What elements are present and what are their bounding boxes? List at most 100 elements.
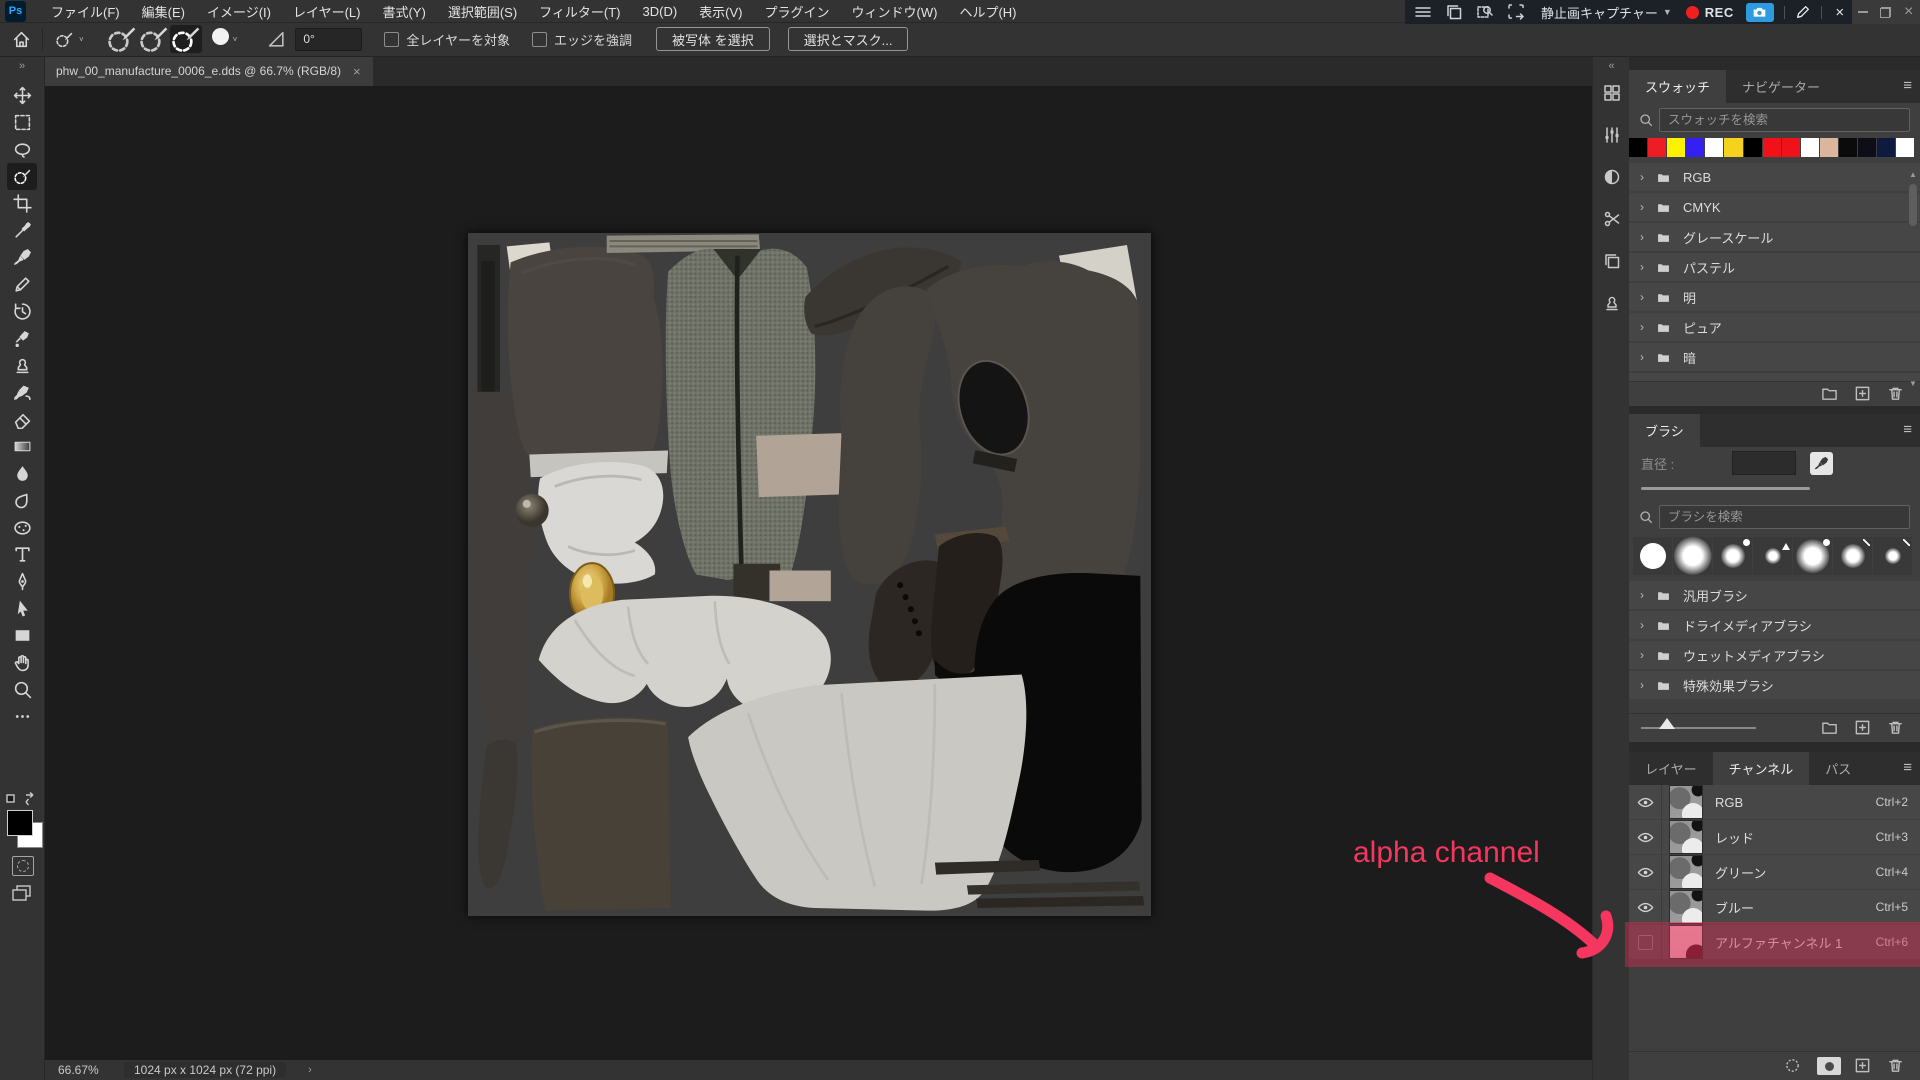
selection-mode-subtract-icon[interactable] [170, 25, 202, 53]
swatch-search-input[interactable] [1659, 108, 1910, 132]
channel-row-ブルー[interactable]: ブルーCtrl+5 [1629, 890, 1920, 924]
shape-tool[interactable] [7, 622, 37, 649]
chevron-right-icon[interactable]: › [1629, 648, 1655, 662]
quick-mask-icon[interactable] [12, 856, 34, 876]
visibility-toggle-empty[interactable] [1629, 925, 1662, 959]
panel-menu-icon[interactable]: ≡ [1903, 759, 1912, 776]
crop-tool[interactable] [7, 190, 37, 217]
marquee-tool[interactable] [7, 109, 37, 136]
brush-preset[interactable] [1713, 537, 1752, 575]
delete-brush-icon[interactable] [1887, 719, 1907, 737]
pencil-tool[interactable] [7, 271, 37, 298]
new-group-folder-icon[interactable] [1821, 385, 1841, 403]
menu-item[interactable]: 書式(Y) [371, 0, 436, 22]
chevron-right-icon[interactable]: › [1629, 320, 1655, 334]
brush-group-特殊効果ブラシ[interactable]: ›特殊効果ブラシ [1629, 671, 1920, 699]
hand-tool[interactable] [7, 649, 37, 676]
close-capture-icon[interactable]: × [1832, 4, 1848, 20]
swatch-color[interactable] [1801, 138, 1819, 157]
menu-item[interactable]: フィルター(T) [528, 0, 631, 22]
slider-thumb[interactable] [1659, 718, 1675, 729]
close-tab-icon[interactable]: × [353, 64, 361, 79]
visibility-eye-icon[interactable] [1629, 855, 1662, 889]
tab-ナビゲーター[interactable]: ナビゲーター [1726, 70, 1836, 103]
delete-swatch-icon[interactable] [1887, 385, 1907, 403]
pencil-icon[interactable] [1795, 4, 1811, 20]
edit-brush-button[interactable] [1810, 452, 1833, 475]
chevron-right-icon[interactable]: › [1629, 290, 1655, 304]
swatch-color[interactable] [1667, 138, 1685, 157]
swatch-color[interactable] [1896, 138, 1914, 157]
chevron-down-icon[interactable]: ˅ [79, 35, 84, 44]
lasso-tool[interactable] [7, 136, 37, 163]
new-channel-icon[interactable] [1854, 1057, 1874, 1075]
zoom-tool[interactable] [7, 676, 37, 703]
scissors-icon[interactable] [1601, 208, 1623, 230]
swatch-color[interactable] [1686, 138, 1704, 157]
all-layers-checkbox[interactable]: 全レイヤーを対象 [384, 30, 510, 49]
zoom-capture-icon[interactable] [1476, 3, 1498, 21]
tab-brushes[interactable]: ブラシ [1629, 414, 1700, 447]
tab-レイヤー[interactable]: レイヤー [1629, 752, 1713, 785]
channel-row-レッド[interactable]: レッドCtrl+3 [1629, 820, 1920, 854]
copy-icon[interactable] [1601, 250, 1623, 272]
smudge-tool[interactable] [7, 487, 37, 514]
brush-preset[interactable] [1873, 537, 1912, 575]
swatch-color[interactable] [1820, 138, 1838, 157]
brush-preset[interactable] [1753, 537, 1792, 575]
swatch-color[interactable] [1648, 138, 1666, 157]
save-selection-as-channel-button[interactable] [1817, 1057, 1841, 1075]
direct-selection-tool[interactable] [7, 595, 37, 622]
new-group-folder-icon[interactable] [1821, 719, 1841, 737]
rec-button[interactable]: REC [1705, 5, 1734, 20]
select-subject-button[interactable]: 被写体 を選択 [656, 27, 770, 51]
diameter-value-box[interactable] [1732, 451, 1796, 475]
capture-mode-label[interactable]: 静止画キャプチャー [1541, 3, 1658, 22]
eyedropper-tool[interactable] [7, 217, 37, 244]
canvas-pasteboard[interactable] [44, 86, 1592, 1060]
copy-window-icon[interactable] [1445, 3, 1467, 21]
new-brush-icon[interactable] [1854, 719, 1874, 737]
brush-tool[interactable] [7, 244, 37, 271]
hamburger-icon[interactable] [1414, 3, 1436, 21]
menu-item[interactable]: レイヤー(L) [282, 0, 372, 22]
capture-area-icon[interactable] [1507, 3, 1529, 21]
chevron-right-icon[interactable]: › [1629, 200, 1655, 214]
swatch-group-CMYK[interactable]: ›CMYK [1629, 193, 1920, 221]
chevron-down-icon[interactable]: ˅ [233, 35, 238, 44]
enhance-edge-checkbox[interactable]: エッジを強調 [532, 30, 632, 49]
selection-mode-add-icon[interactable] [138, 25, 170, 53]
brush-preset[interactable] [1673, 537, 1712, 575]
home-icon[interactable] [8, 26, 34, 52]
channel-row-アルファチャンネル 1[interactable]: アルファチャンネル 1Ctrl+6 [1629, 925, 1920, 959]
visibility-eye-icon[interactable] [1629, 785, 1662, 819]
brush-group-ドライメディアブラシ[interactable]: ›ドライメディアブラシ [1629, 611, 1920, 639]
menu-item[interactable]: 編集(E) [131, 0, 196, 22]
chevron-right-icon[interactable]: › [1629, 618, 1655, 632]
history-brush-tool[interactable] [7, 298, 37, 325]
art-history-brush-tool[interactable] [7, 379, 37, 406]
stamp-icon[interactable] [1601, 292, 1623, 314]
menu-item[interactable]: ウィンドウ(W) [841, 0, 949, 22]
scrollbar-thumb[interactable] [1909, 184, 1917, 226]
sponge-tool[interactable] [7, 514, 37, 541]
more-tools[interactable] [7, 703, 37, 730]
swap-colors-icon[interactable] [6, 792, 38, 806]
menu-item[interactable]: ヘルプ(H) [948, 0, 1027, 22]
swatch-group-暗[interactable]: ›暗 [1629, 343, 1920, 371]
checkbox-icon[interactable] [532, 32, 547, 47]
swatch-color[interactable] [1724, 138, 1742, 157]
swatch-color[interactable] [1858, 138, 1876, 157]
panel-menu-icon[interactable]: ≡ [1903, 421, 1912, 438]
screen-mode-icon[interactable] [12, 884, 32, 902]
status-chevron-icon[interactable]: › [308, 1064, 312, 1076]
channel-row-グリーン[interactable]: グリーンCtrl+4 [1629, 855, 1920, 889]
camera-button[interactable] [1746, 3, 1774, 22]
halftone-icon[interactable] [1601, 166, 1623, 188]
brush-preset[interactable] [1833, 537, 1872, 575]
panel-menu-icon[interactable]: ≡ [1903, 77, 1912, 94]
chevron-right-icon[interactable]: › [1629, 260, 1655, 274]
texture-canvas[interactable] [468, 233, 1151, 916]
delete-channel-icon[interactable] [1887, 1057, 1907, 1075]
select-and-mask-button[interactable]: 選択とマスク... [788, 27, 909, 51]
